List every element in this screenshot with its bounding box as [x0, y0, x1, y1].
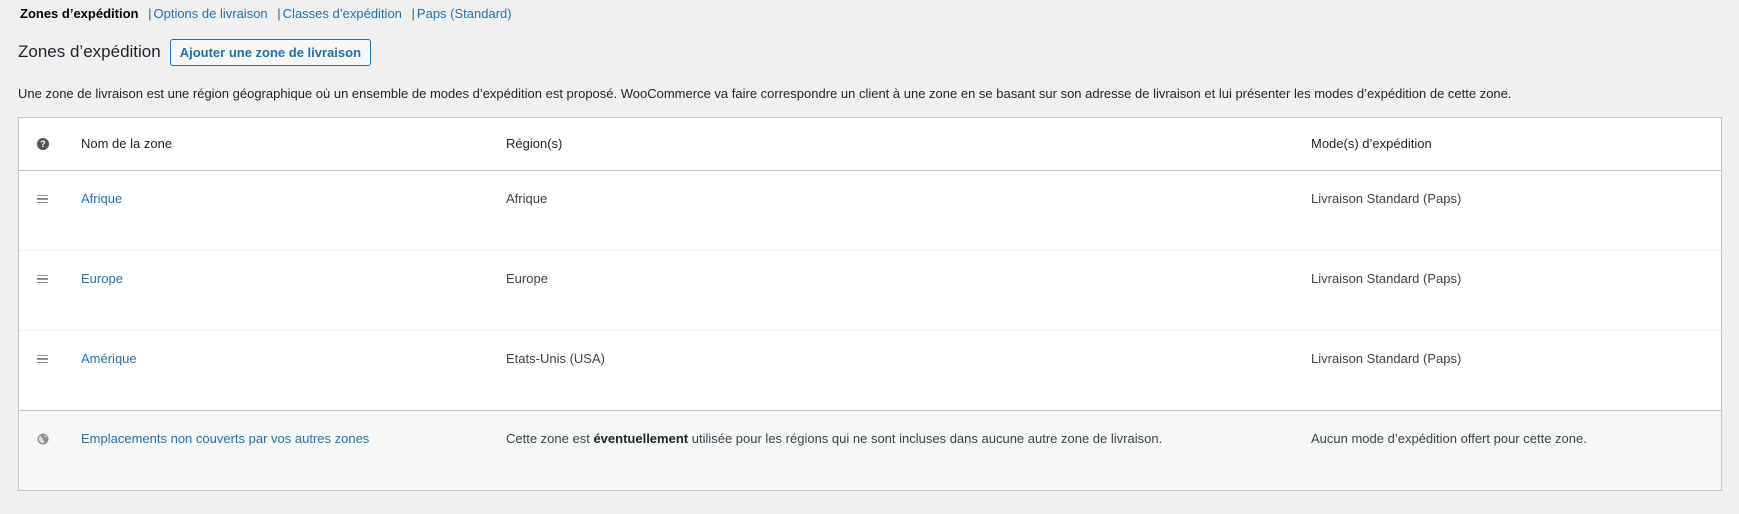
rest-of-world-row: Emplacements non couverts par vos autres… [19, 411, 1721, 490]
zone-name-cell: Emplacements non couverts par vos autres… [81, 430, 506, 448]
zone-methods-cell: Livraison Standard (Paps) [1311, 271, 1462, 286]
zone-regions-cell: Afrique [506, 191, 548, 206]
drag-handle-icon[interactable] [37, 354, 48, 364]
subnav-separator: | [148, 6, 152, 21]
zone-name-cell: Afrique [81, 190, 506, 208]
zone-regions-cell: Etats-Unis (USA) [506, 351, 605, 366]
zone-name-link[interactable]: Afrique [81, 191, 122, 206]
zone-methods-cell: Livraison Standard (Paps) [1311, 351, 1462, 366]
subnav-current-zones[interactable]: Zones d’expédition [20, 6, 138, 21]
sort-cell [19, 190, 81, 208]
zone-name-link[interactable]: Amérique [81, 351, 137, 366]
subnav-separator: | [277, 6, 281, 21]
regions-text-emphasis: éventuellement [593, 431, 689, 446]
subnav-link-shipping-classes[interactable]: Classes d’expédition [283, 6, 402, 21]
rest-of-world-regions-cell: Cette zone est éventuellement utilisée p… [506, 430, 1311, 448]
subnav-link-shipping-options[interactable]: Options de livraison [153, 6, 267, 21]
zone-name-link[interactable]: Europe [81, 271, 123, 286]
zone-methods-cell: Livraison Standard (Paps) [1311, 191, 1462, 206]
add-shipping-zone-button[interactable]: Ajouter une zone de livraison [169, 38, 372, 66]
table-header-row: ? Nom de la zone Région(s) Mode(s) d’exp… [19, 118, 1721, 171]
table-row: Amérique Etats-Unis (USA) Livraison Stan… [19, 331, 1721, 411]
column-header-regions: Région(s) [506, 136, 563, 151]
rest-of-world-zone-link[interactable]: Emplacements non couverts par vos autres… [81, 431, 369, 446]
regions-text-suffix: utilisée pour les régions qui ne sont in… [688, 431, 1163, 446]
subnav-link-paps-standard[interactable]: Paps (Standard) [417, 6, 512, 21]
page-description: Une zone de livraison est une région géo… [18, 86, 1512, 101]
help-icon[interactable]: ? [37, 138, 49, 150]
column-header-shipping-methods: Mode(s) d’expédition [1311, 136, 1432, 151]
zone-name-cell: Amérique [81, 350, 506, 368]
zone-regions-cell: Europe [506, 271, 548, 286]
page-title: Zones d’expédition [18, 42, 161, 61]
header-sort-cell: ? [19, 138, 81, 150]
sort-cell [19, 430, 81, 448]
rest-of-world-methods-cell: Aucun mode d’expédition offert pour cett… [1311, 431, 1587, 446]
subsubsub-nav: Zones d’expédition | Options de livraison… [20, 5, 512, 23]
zone-name-cell: Europe [81, 270, 506, 288]
sort-cell [19, 350, 81, 368]
subnav-separator: | [411, 6, 415, 21]
column-header-zone-name: Nom de la zone [81, 136, 173, 151]
drag-handle-icon[interactable] [37, 194, 48, 204]
drag-handle-icon[interactable] [37, 274, 48, 284]
page-title-row: Zones d’expédition Ajouter une zone de l… [18, 38, 372, 66]
regions-text-prefix: Cette zone est [506, 431, 594, 446]
table-row: Afrique Afrique Livraison Standard (Paps… [19, 171, 1721, 251]
table-row: Europe Europe Livraison Standard (Paps) [19, 251, 1721, 331]
sort-cell [19, 270, 81, 288]
globe-icon [37, 433, 49, 445]
shipping-zones-table: ? Nom de la zone Région(s) Mode(s) d’exp… [18, 117, 1722, 491]
